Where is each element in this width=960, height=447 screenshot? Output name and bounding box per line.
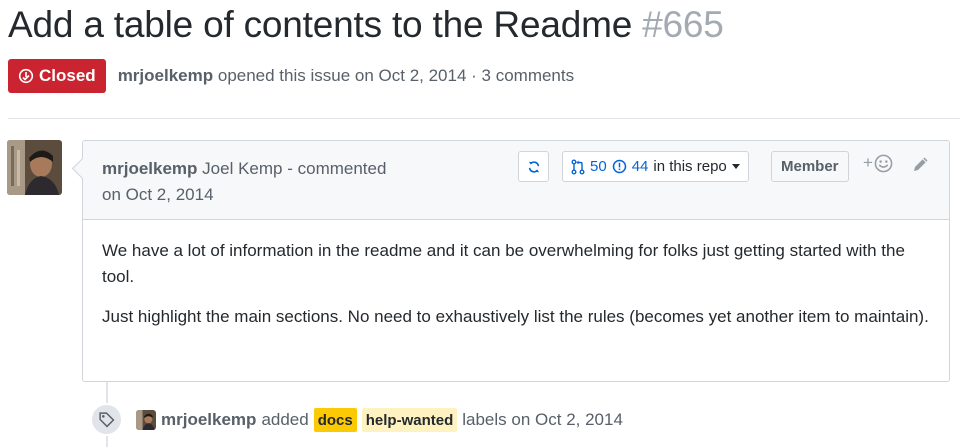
- event-suffix: labels on Oct 2, 2014: [462, 410, 623, 429]
- issue-opened-icon: [612, 159, 626, 174]
- state-label: Closed: [39, 66, 96, 85]
- avatar[interactable]: [7, 140, 62, 195]
- event-avatar[interactable]: [136, 410, 156, 430]
- add-reaction-button[interactable]: +: [863, 153, 893, 173]
- sync-icon: [528, 160, 539, 173]
- comment-box: mrjoelkemp Joel Kemp - commented on Oct …: [82, 140, 950, 382]
- reaction-plus: +: [863, 153, 873, 172]
- opened-info: opened this issue on Oct 2, 2014 · 3 com…: [217, 66, 575, 85]
- scope-label: in this repo: [653, 158, 727, 175]
- comment-header-text: mrjoelkemp Joel Kemp - commented on Oct …: [102, 156, 422, 208]
- comment-author-fullname: Joel Kemp: [202, 159, 283, 178]
- state-badge: Closed: [8, 59, 106, 93]
- refresh-button[interactable]: [518, 151, 549, 182]
- pencil-icon: [914, 157, 928, 171]
- comment-paragraph: Just highlight the main sections. No nee…: [102, 307, 929, 326]
- comment-paragraph: We have a lot of information in the read…: [102, 241, 905, 286]
- pr-count: 50: [590, 158, 607, 175]
- member-badge: Member: [771, 151, 849, 182]
- comment-date-link[interactable]: on Oct 2, 2014: [102, 185, 214, 204]
- edit-comment-button[interactable]: [912, 155, 930, 178]
- event-action: added: [261, 410, 309, 429]
- label-docs[interactable]: docs: [313, 408, 357, 432]
- git-pull-request-icon: [571, 159, 585, 174]
- issue-closed-icon: [18, 68, 34, 84]
- issue-author-link[interactable]: mrjoelkemp: [118, 66, 213, 85]
- repo-activity-dropdown[interactable]: 50 44 in this repo: [562, 151, 749, 182]
- header-divider: [8, 118, 960, 119]
- comment-action: - commented: [287, 159, 387, 178]
- comment-author-link[interactable]: mrjoelkemp: [102, 159, 197, 178]
- issue-opened-text: mrjoelkemp opened this issue on Oct 2, 2…: [118, 66, 574, 86]
- event-author-link[interactable]: mrjoelkemp: [161, 410, 256, 430]
- issue-title-text: Add a table of contents to the Readme: [8, 4, 633, 45]
- chevron-down-icon: [731, 164, 740, 169]
- smiley-icon: [874, 154, 893, 172]
- issue-count: 44: [631, 158, 649, 175]
- issue-number: #665: [642, 4, 724, 45]
- issue-meta: Closed mrjoelkemp opened this issue on O…: [8, 59, 574, 93]
- comment-header: mrjoelkemp Joel Kemp - commented on Oct …: [83, 141, 949, 220]
- issue-title: Add a table of contents to the Readme #6…: [8, 4, 724, 46]
- event-badge: [90, 403, 123, 436]
- label-help-wanted[interactable]: help-wanted: [361, 408, 458, 432]
- comment-body: We have a lot of information in the read…: [83, 220, 949, 362]
- tag-icon: [99, 412, 115, 428]
- label-event: mrjoelkemp added docs help-wanted labels…: [136, 408, 623, 432]
